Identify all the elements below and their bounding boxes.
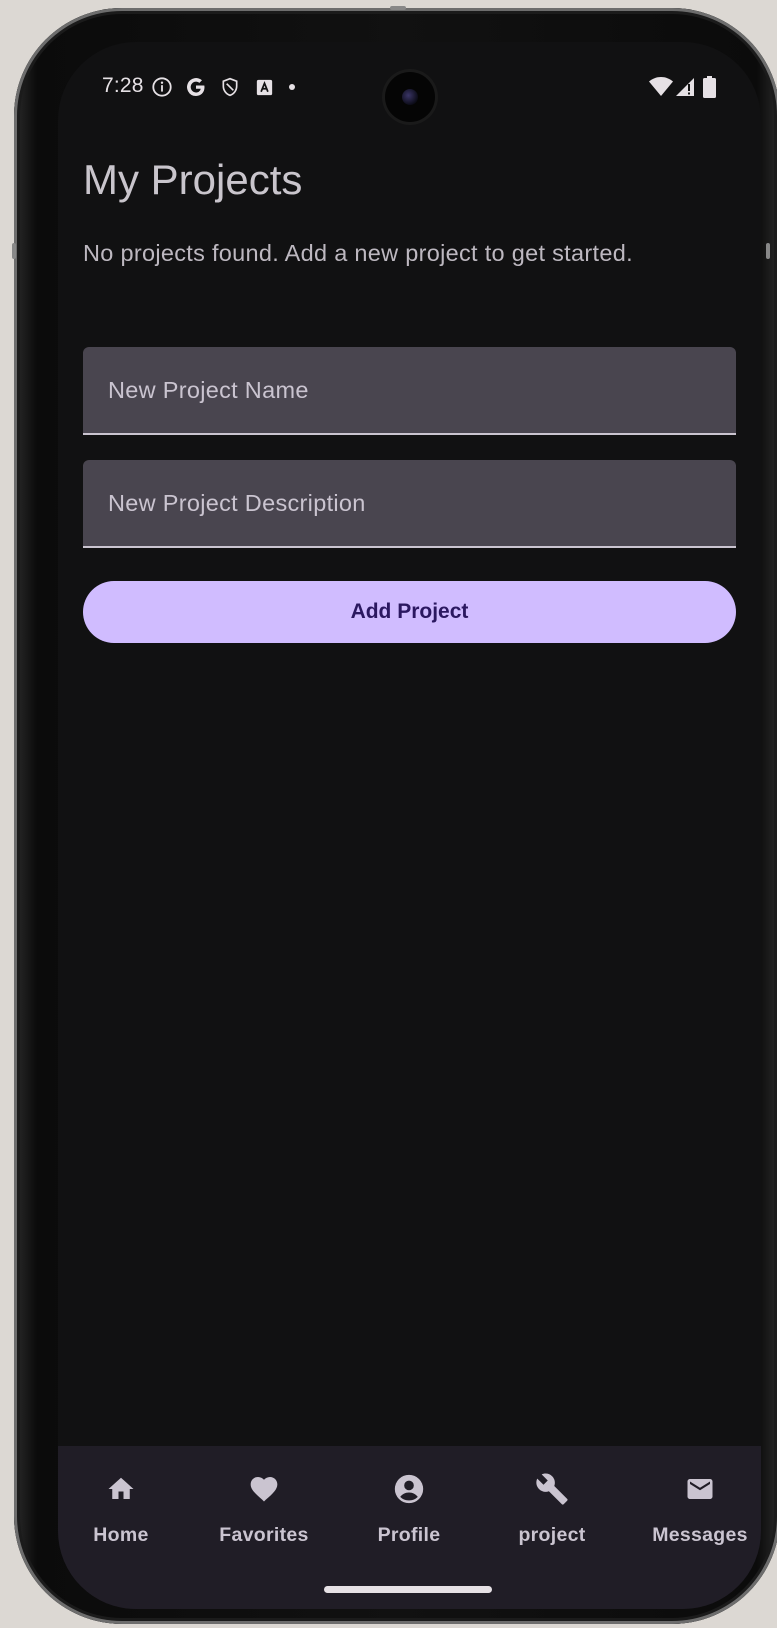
- nav-label-profile: Profile: [377, 1524, 441, 1546]
- font-icon: [254, 75, 274, 99]
- battery-icon: [701, 75, 717, 99]
- home-icon: [104, 1472, 138, 1506]
- status-bar: 7:28: [58, 42, 761, 132]
- nav-item-profile[interactable]: Profile: [344, 1446, 474, 1566]
- nav-item-messages[interactable]: Messages: [625, 1446, 761, 1566]
- signal-icon: [674, 75, 696, 99]
- account-circle-icon: [392, 1472, 426, 1506]
- bottom-navigation: Home Favorites Profile project Messages: [58, 1446, 761, 1609]
- project-description-placeholder: New Project Description: [108, 490, 366, 516]
- top-notch-mark: [390, 6, 406, 10]
- front-camera: [385, 72, 435, 122]
- nav-label-home: Home: [93, 1524, 149, 1546]
- empty-state-message: No projects found. Add a new project to …: [83, 240, 633, 266]
- project-name-placeholder: New Project Name: [108, 377, 309, 403]
- wifi-icon: [648, 75, 674, 99]
- nav-item-home[interactable]: Home: [58, 1446, 186, 1566]
- nav-label-messages: Messages: [652, 1524, 748, 1546]
- phone-frame: 7:28 My Projects No projects found. Add …: [12, 6, 777, 1624]
- side-button: [12, 243, 16, 259]
- shield-icon: [218, 75, 242, 99]
- status-time: 7:28: [102, 74, 144, 97]
- google-icon: [183, 75, 209, 99]
- project-description-field[interactable]: New Project Description: [83, 460, 736, 548]
- side-button: [766, 243, 770, 259]
- add-project-button[interactable]: Add Project: [83, 581, 736, 643]
- home-indicator[interactable]: [324, 1586, 492, 1593]
- heart-icon: [247, 1472, 281, 1506]
- dot-icon: [286, 75, 298, 99]
- page-title: My Projects: [83, 156, 303, 203]
- info-icon: [150, 75, 174, 99]
- nav-item-favorites[interactable]: Favorites: [199, 1446, 329, 1566]
- screen: 7:28 My Projects No projects found. Add …: [58, 42, 761, 1609]
- wrench-icon: [535, 1472, 569, 1506]
- nav-item-project[interactable]: project: [487, 1446, 617, 1566]
- mail-icon: [683, 1472, 717, 1506]
- project-name-field[interactable]: New Project Name: [83, 347, 736, 435]
- nav-label-project: project: [518, 1524, 586, 1546]
- nav-label-favorites: Favorites: [219, 1524, 309, 1546]
